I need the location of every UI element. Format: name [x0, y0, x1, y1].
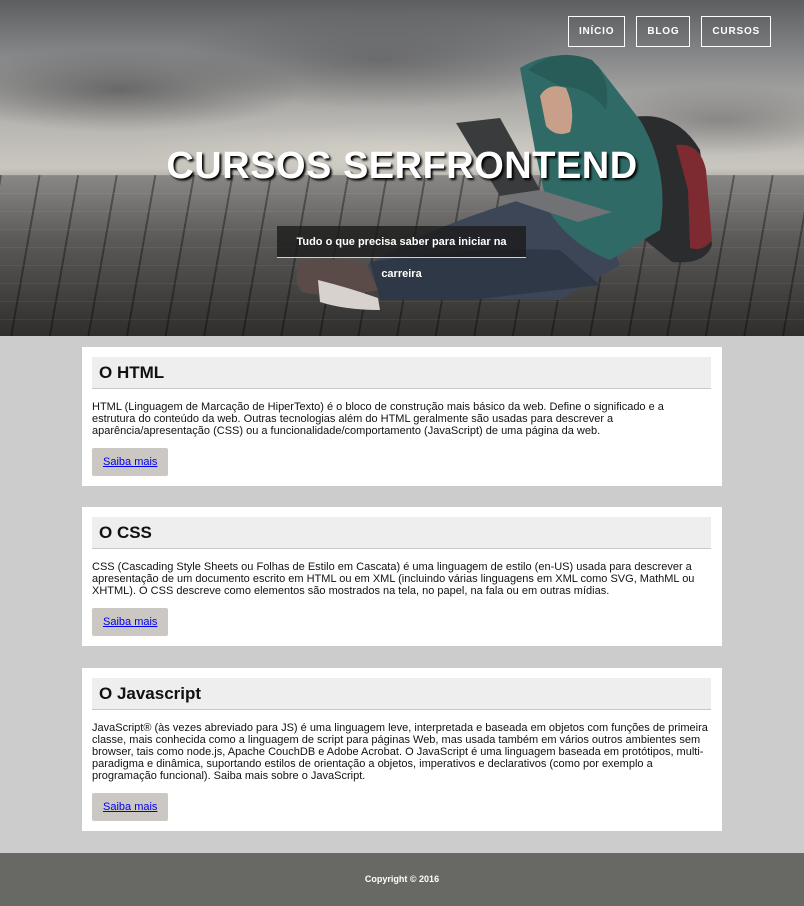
card-html: O HTML HTML (Linguagem de Marcação de Hi… [82, 347, 722, 486]
hero-banner: INÍCIO BLOG CURSOS CURSOS SERFRONTEND Tu… [0, 0, 804, 336]
card-description: CSS (Cascading Style Sheets ou Folhas de… [92, 561, 695, 597]
card-title: O Javascript [92, 678, 711, 710]
saiba-mais-button[interactable]: Saiba mais [92, 793, 169, 821]
card-description: HTML (Linguagem de Marcação de HiperText… [92, 401, 664, 437]
footer: Copyright © 2016 [0, 853, 804, 906]
hero-subtitle: Tudo o que precisa saber para iniciar na… [277, 226, 526, 280]
hero-title: CURSOS SERFRONTEND [166, 145, 638, 187]
saiba-mais-button[interactable]: Saiba mais [92, 608, 169, 636]
copyright-text: Copyright © 2016 [364, 874, 440, 884]
nav-link-cursos[interactable]: CURSOS [701, 16, 771, 47]
card-title: O CSS [92, 517, 711, 549]
card-description: JavaScript® (às vezes abreviado para JS)… [92, 722, 708, 782]
saiba-mais-button[interactable]: Saiba mais [92, 448, 169, 476]
card-javascript: O Javascript JavaScript® (às vezes abrev… [82, 668, 722, 831]
nav-link-blog[interactable]: BLOG [636, 16, 691, 47]
card-title: O HTML [92, 357, 711, 389]
main-nav: INÍCIO BLOG CURSOS [567, 16, 771, 47]
nav-link-inicio[interactable]: INÍCIO [567, 16, 626, 47]
card-css: O CSS CSS (Cascading Style Sheets ou Fol… [82, 507, 722, 646]
